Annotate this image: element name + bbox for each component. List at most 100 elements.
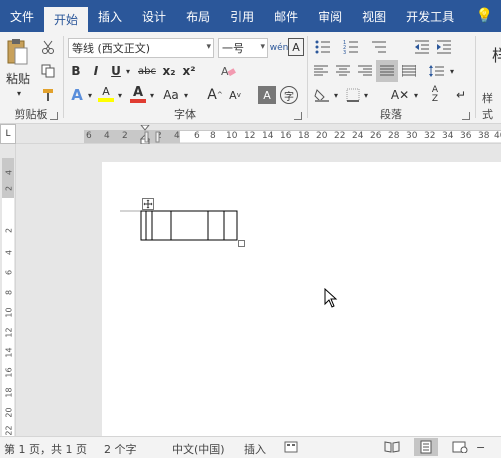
highlight-icon[interactable]: A bbox=[96, 84, 116, 104]
numbering-icon[interactable]: 123 bbox=[340, 38, 362, 56]
underline-button[interactable]: U bbox=[108, 62, 124, 80]
tab-file[interactable]: 文件 bbox=[0, 0, 44, 32]
tab-view[interactable]: 视图 bbox=[352, 0, 396, 32]
clipboard-launcher-icon[interactable] bbox=[50, 112, 58, 120]
cut-icon[interactable] bbox=[38, 38, 58, 56]
ruler-tick: 24 bbox=[352, 131, 364, 141]
zoom-out-icon[interactable]: − bbox=[476, 441, 485, 454]
bullets-icon[interactable] bbox=[312, 38, 334, 56]
font-size-combo[interactable]: 一号 ▾ bbox=[218, 38, 268, 58]
web-layout-icon[interactable] bbox=[452, 441, 468, 456]
sort-icon[interactable]: AZ bbox=[426, 86, 444, 104]
superscript-button[interactable]: x² bbox=[180, 62, 198, 80]
horizontal-ruler-scale[interactable]: 6 4 2 2 4 6 8 10 12 14 16 18 20 22 24 26… bbox=[84, 125, 501, 145]
tab-design[interactable]: 设计 bbox=[132, 0, 176, 32]
line-spacing-icon[interactable] bbox=[426, 62, 446, 80]
ruler-tick: 2 bbox=[4, 227, 14, 234]
text-effects-icon[interactable]: A bbox=[68, 86, 86, 104]
asian-layout-icon[interactable]: A✕ bbox=[390, 86, 410, 104]
document-page[interactable] bbox=[102, 162, 501, 436]
borders-icon[interactable] bbox=[344, 86, 362, 104]
document-table[interactable] bbox=[140, 210, 240, 242]
format-painter-icon[interactable] bbox=[38, 86, 58, 104]
paste-icon[interactable] bbox=[4, 36, 30, 68]
paste-dropdown-icon[interactable]: ▾ bbox=[14, 88, 24, 98]
font-group: 等线 (西文正文) ▾ 一号 ▾ wén A B I U ▾ abc x₂ x²… bbox=[64, 32, 306, 124]
font-launcher-icon[interactable] bbox=[294, 112, 302, 120]
ruler-tick: 12 bbox=[4, 327, 14, 338]
tab-developer[interactable]: 开发工具 bbox=[396, 0, 464, 32]
chevron-down-icon[interactable]: ▾ bbox=[412, 86, 420, 104]
column-marker-icon[interactable] bbox=[144, 131, 162, 143]
italic-button[interactable]: I bbox=[88, 62, 104, 80]
paste-button[interactable]: 粘贴 bbox=[2, 70, 34, 86]
chevron-down-icon[interactable]: ▾ bbox=[362, 86, 370, 104]
multilevel-list-icon[interactable] bbox=[368, 38, 390, 56]
document-canvas bbox=[16, 144, 501, 436]
ruler-tick: 18 bbox=[4, 387, 14, 398]
increase-indent-icon[interactable] bbox=[434, 38, 454, 56]
tab-review[interactable]: 审阅 bbox=[308, 0, 352, 32]
character-shading-icon[interactable]: A bbox=[258, 86, 276, 104]
tab-insert[interactable]: 插入 bbox=[88, 0, 132, 32]
chevron-down-icon[interactable]: ▾ bbox=[116, 86, 124, 104]
tab-home[interactable]: 开始 bbox=[44, 7, 89, 32]
justify-icon[interactable] bbox=[376, 60, 398, 82]
tell-me-icon[interactable]: 💡 bbox=[476, 8, 501, 24]
table-move-handle-icon[interactable] bbox=[142, 198, 154, 210]
strikethrough-button[interactable]: abc bbox=[136, 62, 158, 80]
style-preview[interactable]: 样 bbox=[490, 42, 501, 66]
align-right-icon[interactable] bbox=[356, 62, 374, 80]
macro-record-icon[interactable] bbox=[284, 441, 298, 456]
vertical-ruler[interactable]: 4 2 2 4 6 8 10 12 14 16 18 20 22 bbox=[0, 144, 16, 436]
ruler-tick: 20 bbox=[4, 407, 14, 418]
shrink-font-icon[interactable]: Av bbox=[226, 86, 244, 104]
chevron-down-icon[interactable]: ▾ bbox=[148, 86, 156, 104]
show-paragraph-marks-icon[interactable]: ↵ bbox=[452, 86, 470, 104]
print-layout-icon[interactable] bbox=[414, 438, 438, 456]
bold-button[interactable]: B bbox=[68, 62, 84, 80]
font-name-combo[interactable]: 等线 (西文正文) ▾ bbox=[68, 38, 214, 58]
language-status[interactable]: 中文(中国) bbox=[172, 441, 225, 457]
mouse-pointer-icon bbox=[324, 288, 338, 308]
align-left-icon[interactable] bbox=[312, 62, 330, 80]
clipboard-group: 粘贴 ▾ 剪贴板 bbox=[0, 32, 62, 124]
insert-mode[interactable]: 插入 bbox=[244, 441, 266, 457]
chevron-down-icon[interactable]: ▾ bbox=[332, 86, 340, 104]
change-case-button[interactable]: Aa bbox=[160, 86, 182, 104]
character-border-icon[interactable]: A bbox=[288, 38, 304, 56]
ruler-tick: 14 bbox=[4, 347, 14, 358]
subscript-button[interactable]: x₂ bbox=[160, 62, 178, 80]
align-center-icon[interactable] bbox=[334, 62, 352, 80]
clear-formatting-icon[interactable]: A bbox=[218, 62, 238, 80]
chevron-down-icon[interactable]: ▾ bbox=[124, 62, 132, 80]
ruler-tick: 6 bbox=[4, 269, 14, 276]
chevron-down-icon[interactable]: ▾ bbox=[182, 86, 190, 104]
page-count[interactable]: 第 1 页，共 1 页 bbox=[4, 441, 87, 457]
table-resize-handle-icon[interactable] bbox=[238, 240, 246, 248]
font-color-icon[interactable]: A bbox=[128, 84, 148, 104]
chevron-down-icon[interactable]: ▾ bbox=[448, 62, 456, 80]
chevron-down-icon[interactable]: ▾ bbox=[86, 86, 94, 104]
enclose-characters-icon[interactable]: 字 bbox=[280, 86, 298, 104]
tab-mailings[interactable]: 邮件 bbox=[264, 0, 308, 32]
ruler-tick: 22 bbox=[334, 131, 346, 141]
tab-selector-icon[interactable]: L bbox=[0, 124, 16, 144]
phonetic-guide-icon[interactable]: wén bbox=[270, 38, 289, 58]
word-count[interactable]: 2 个字 bbox=[104, 441, 137, 457]
paragraph-launcher-icon[interactable] bbox=[462, 112, 470, 120]
decrease-indent-icon[interactable] bbox=[412, 38, 432, 56]
chevron-down-icon: ▾ bbox=[260, 42, 265, 52]
copy-icon[interactable] bbox=[38, 62, 58, 80]
grow-font-icon[interactable]: A ^ bbox=[206, 86, 224, 104]
shading-icon[interactable] bbox=[312, 86, 332, 104]
tab-layout[interactable]: 布局 bbox=[176, 0, 220, 32]
tab-references[interactable]: 引用 bbox=[220, 0, 264, 32]
distributed-icon[interactable] bbox=[400, 62, 418, 80]
ruler-tick: 2 bbox=[122, 131, 128, 141]
ruler-tick: 36 bbox=[460, 131, 472, 141]
ruler-tick: 8 bbox=[210, 131, 216, 141]
ruler-tick: 14 bbox=[262, 131, 274, 141]
read-mode-icon[interactable] bbox=[384, 441, 400, 456]
ruler-tick: 4 bbox=[104, 131, 110, 141]
